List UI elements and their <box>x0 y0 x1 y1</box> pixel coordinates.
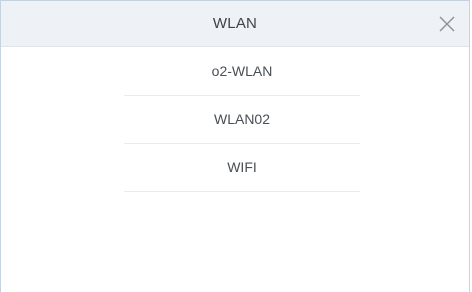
dialog-header: WLAN <box>1 1 469 47</box>
wlan-dialog: WLAN o2-WLAN WLAN02 WIFI <box>0 0 470 292</box>
network-item-wifi[interactable]: WIFI <box>124 144 360 192</box>
network-item-o2-wlan[interactable]: o2-WLAN <box>124 48 360 96</box>
close-icon-graphic <box>439 16 455 32</box>
network-list: o2-WLAN WLAN02 WIFI <box>124 48 360 192</box>
dialog-title: WLAN <box>212 15 258 32</box>
network-item-wlan02[interactable]: WLAN02 <box>124 96 360 144</box>
close-icon[interactable] <box>438 15 456 33</box>
